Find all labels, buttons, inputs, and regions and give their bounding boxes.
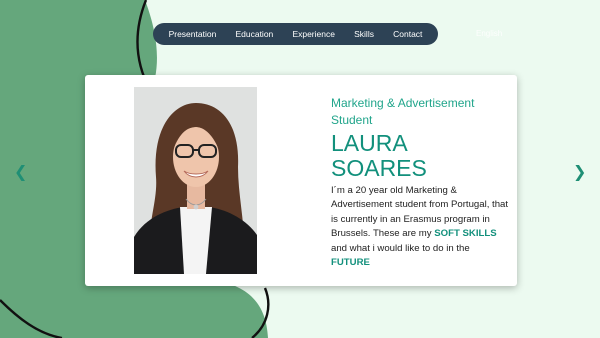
nav-experience[interactable]: Experience (292, 29, 335, 39)
chevron-right-icon[interactable]: ❯ (573, 164, 586, 180)
chevron-left-icon[interactable]: ❮ (14, 164, 27, 180)
profile-info: Marketing & Advertisement Student LAURA … (331, 95, 511, 270)
nav-language[interactable]: English (476, 29, 502, 38)
first-name: LAURA (331, 130, 408, 156)
profile-bio: I´m a 20 year old Marketing & Advertisem… (331, 184, 511, 270)
subtitle-line-1: Marketing & Advertisement (331, 96, 475, 110)
nav-education[interactable]: Education (235, 29, 273, 39)
profile-card: Marketing & Advertisement Student LAURA … (85, 75, 517, 286)
top-navigation: Presentation Education Experience Skills… (153, 23, 438, 45)
nav-contact[interactable]: Contact (393, 29, 422, 39)
bio-text-2: and what i would like to do in the (331, 242, 470, 254)
future-link[interactable]: FUTURE (331, 257, 370, 268)
profile-photo (134, 87, 257, 274)
profile-subtitle: Marketing & Advertisement Student (331, 95, 511, 129)
nav-presentation[interactable]: Presentation (169, 29, 217, 39)
subtitle-line-2: Student (331, 113, 373, 127)
last-name: SOARES (331, 155, 427, 181)
nav-skills[interactable]: Skills (354, 29, 374, 39)
soft-skills-link[interactable]: SOFT SKILLS (434, 228, 496, 239)
profile-name: LAURA SOARES (331, 131, 511, 181)
